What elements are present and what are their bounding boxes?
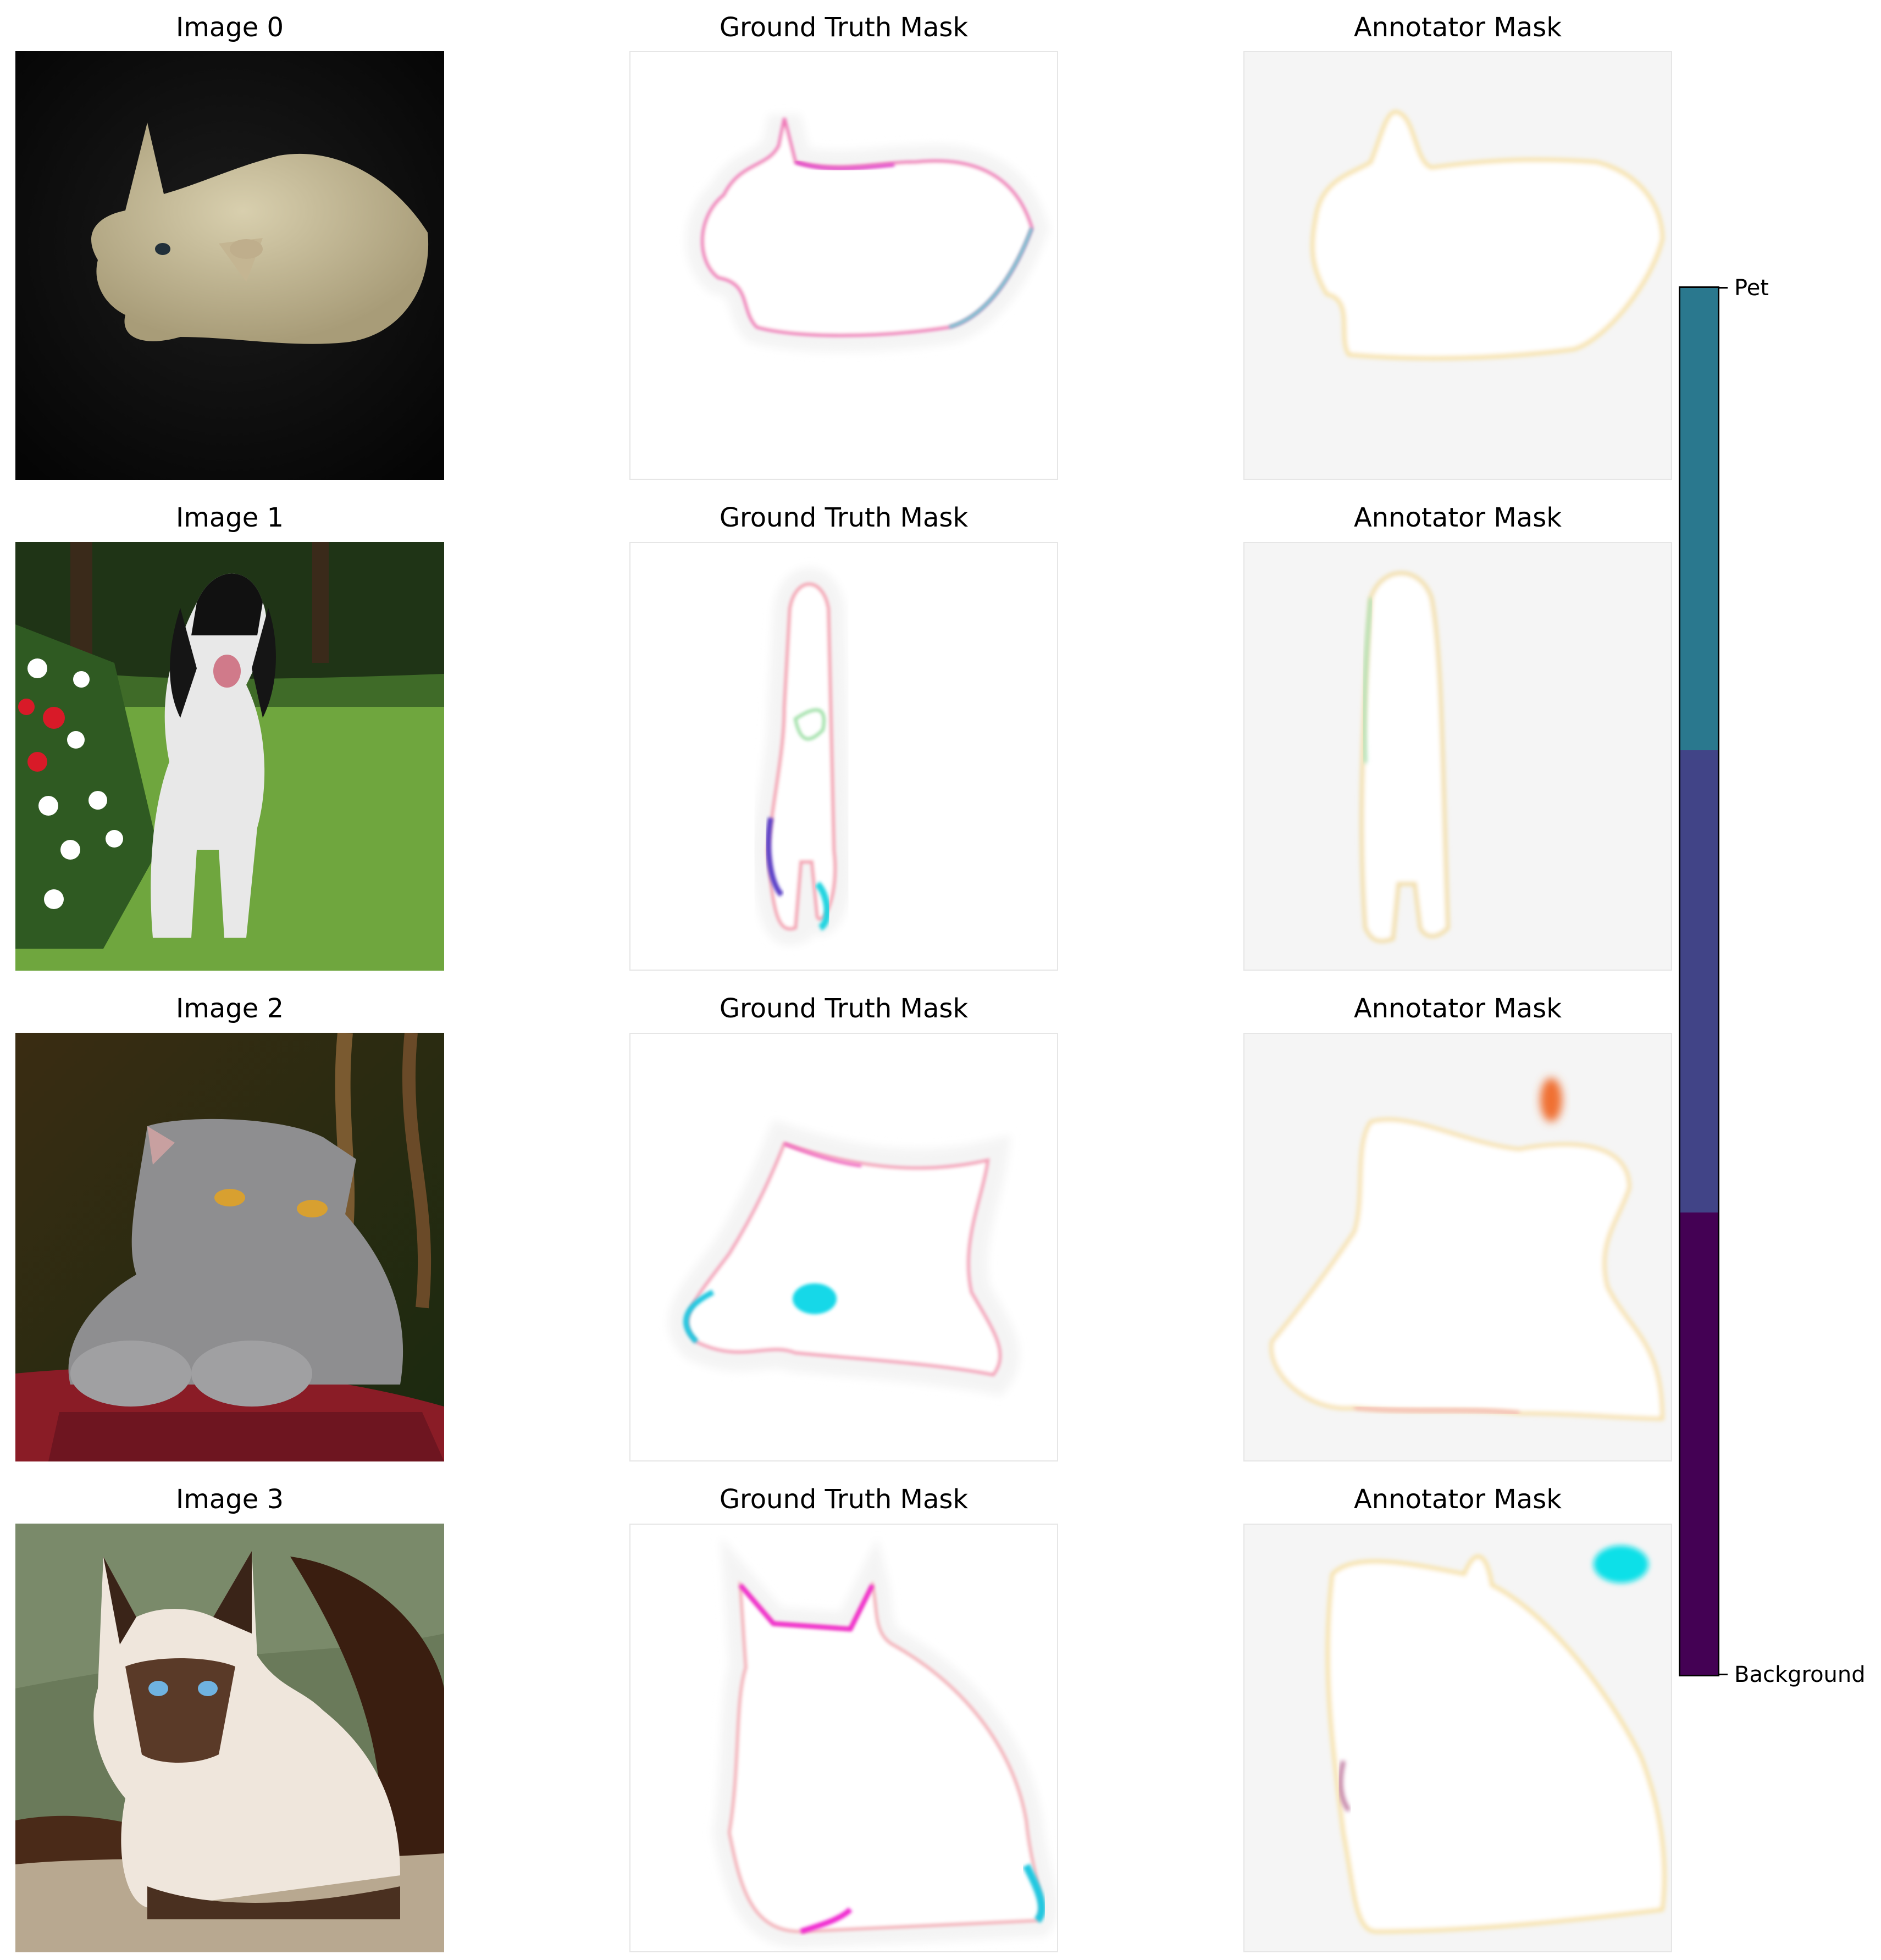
- image-title: Image 1: [175, 502, 284, 533]
- annotator-title: Annotator Mask: [1353, 993, 1562, 1024]
- colorbar-segment-background: [1680, 1212, 1718, 1675]
- ground-truth-title: Ground Truth Mask: [719, 12, 969, 43]
- annotator-title: Annotator Mask: [1353, 502, 1562, 533]
- colorbar-segment-pet: [1680, 288, 1718, 751]
- photo-siamese-cat: [15, 1524, 444, 1952]
- annotator-mask: [1243, 1033, 1672, 1461]
- annotator-mask: [1243, 542, 1672, 971]
- ground-truth-mask: [629, 542, 1058, 971]
- image-title: Image 2: [175, 993, 284, 1024]
- ground-truth-title: Ground Truth Mask: [719, 1484, 969, 1515]
- ground-truth-mask: [629, 1033, 1058, 1461]
- image-title: Image 0: [175, 12, 284, 43]
- colorbar-label-top: Pet: [1734, 275, 1769, 301]
- ground-truth-mask: [629, 1524, 1058, 1952]
- photo-spaniel-dog: [15, 542, 444, 971]
- ground-truth-title: Ground Truth Mask: [719, 502, 969, 533]
- colorbar-tick-bottom: [1718, 1674, 1728, 1675]
- annotator-title: Annotator Mask: [1353, 12, 1562, 43]
- annotator-mask: [1243, 1524, 1672, 1952]
- annotator-mask: [1243, 51, 1672, 480]
- colorbar-segment-middle: [1680, 750, 1718, 1213]
- photo-gray-cat: [15, 1033, 444, 1461]
- image-title: Image 3: [175, 1484, 284, 1515]
- colorbar-label-bottom: Background: [1734, 1662, 1866, 1687]
- ground-truth-mask: [629, 51, 1058, 480]
- colorbar-tick-top: [1718, 287, 1728, 289]
- ground-truth-title: Ground Truth Mask: [719, 993, 969, 1024]
- photo-sphynx-cat: [15, 51, 444, 480]
- colorbar: [1679, 286, 1719, 1676]
- annotator-title: Annotator Mask: [1353, 1484, 1562, 1515]
